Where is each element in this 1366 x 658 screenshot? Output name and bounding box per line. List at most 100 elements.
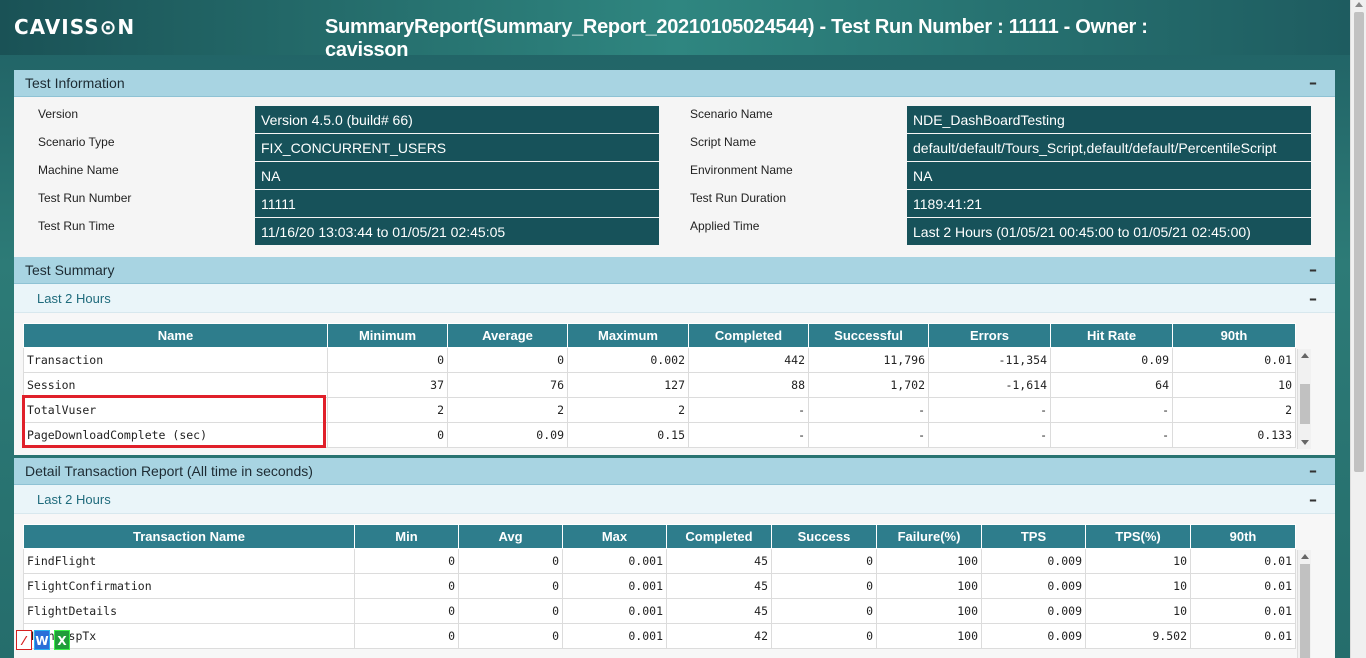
table-cell: Transaction bbox=[23, 347, 328, 373]
scroll-down-icon[interactable] bbox=[1301, 440, 1309, 445]
table-cell: 0.133 bbox=[1172, 422, 1296, 448]
info-label: Applied Time bbox=[690, 219, 760, 233]
table-row[interactable]: FlightConfirmation 0 0 0.001 45 0 100 0.… bbox=[23, 573, 1296, 599]
test-run-number-value: 11111 bbox=[255, 190, 659, 217]
info-label: Version bbox=[38, 107, 79, 121]
column-header[interactable]: Completed bbox=[688, 323, 809, 348]
scroll-thumb[interactable] bbox=[1300, 564, 1310, 658]
collapse-test-summary-icon[interactable]: – bbox=[1309, 260, 1317, 279]
table-cell: 100 bbox=[876, 573, 982, 599]
table-cell: 0 bbox=[354, 548, 459, 574]
column-header[interactable]: Avg bbox=[458, 524, 563, 549]
table-cell: - bbox=[808, 422, 929, 448]
test-summary-header[interactable]: Test Summary – bbox=[14, 257, 1335, 284]
table-cell: 11,796 bbox=[808, 347, 929, 373]
word-icon[interactable]: W bbox=[34, 630, 50, 650]
table-cell: FlightDetails bbox=[23, 598, 355, 624]
collapse-test-information-icon[interactable]: – bbox=[1309, 73, 1317, 92]
table-cell: 0.09 bbox=[447, 422, 568, 448]
table-cell: 100 bbox=[876, 548, 982, 574]
table-cell: 2 bbox=[327, 397, 448, 423]
info-label: Scenario Name bbox=[690, 107, 773, 121]
column-header[interactable]: Failure(%) bbox=[876, 524, 982, 549]
pdf-icon[interactable]: ⁄ bbox=[16, 630, 32, 650]
scroll-up-icon[interactable] bbox=[1301, 353, 1309, 358]
table-cell: 2 bbox=[447, 397, 568, 423]
column-header[interactable]: TPS bbox=[981, 524, 1086, 549]
column-header[interactable]: Transaction Name bbox=[23, 524, 355, 549]
table-cell: 0 bbox=[354, 573, 459, 599]
table-cell: 88 bbox=[688, 372, 809, 398]
version-value: Version 4.5.0 (build# 66) bbox=[255, 106, 659, 133]
column-header[interactable]: 90th bbox=[1172, 323, 1296, 348]
detail-table-scrollbar[interactable] bbox=[1297, 550, 1311, 658]
table-row[interactable]: HighRespTx 0 0 0.001 42 0 100 0.009 9.50… bbox=[23, 623, 1296, 649]
column-header[interactable]: Min bbox=[354, 524, 459, 549]
table-cell: 2 bbox=[567, 397, 689, 423]
column-header[interactable]: Max bbox=[562, 524, 667, 549]
scroll-up-icon[interactable] bbox=[1301, 554, 1309, 559]
info-label: Test Run Duration bbox=[690, 191, 787, 205]
scroll-thumb[interactable] bbox=[1300, 384, 1310, 424]
excel-icon[interactable]: X bbox=[54, 630, 70, 650]
column-header[interactable]: Average bbox=[447, 323, 568, 348]
column-header[interactable]: Successful bbox=[808, 323, 929, 348]
test-run-duration-value: 1189:41:21 bbox=[907, 190, 1311, 217]
page-scrollbar[interactable] bbox=[1350, 0, 1366, 658]
detail-transaction-header[interactable]: Detail Transaction Report (All time in s… bbox=[14, 458, 1335, 485]
table-cell: 10 bbox=[1085, 548, 1191, 574]
table-cell: 45 bbox=[666, 598, 772, 624]
table-cell: 1,702 bbox=[808, 372, 929, 398]
table-cell: 0.002 bbox=[567, 347, 689, 373]
column-header[interactable]: Completed bbox=[666, 524, 772, 549]
column-header[interactable]: Errors bbox=[928, 323, 1051, 348]
table-cell: 10 bbox=[1085, 573, 1191, 599]
detail-transaction-title: Detail Transaction Report (All time in s… bbox=[25, 463, 313, 479]
export-toolbar: ⁄ W X bbox=[16, 630, 76, 652]
detail-transaction-subheader[interactable]: Last 2 Hours – bbox=[14, 485, 1335, 514]
scroll-up-icon[interactable] bbox=[1355, 2, 1363, 7]
table-cell: - bbox=[808, 397, 929, 423]
column-header[interactable]: Success bbox=[771, 524, 877, 549]
table-cell: 100 bbox=[876, 598, 982, 624]
table-row[interactable]: FindFlight 0 0 0.001 45 0 100 0.009 10 0… bbox=[23, 548, 1296, 574]
test-information-header[interactable]: Test Information – bbox=[14, 70, 1335, 97]
table-cell: 0.009 bbox=[981, 623, 1086, 649]
test-summary-panel: Test Summary – Last 2 Hours – Name Minim… bbox=[14, 257, 1335, 455]
scroll-thumb[interactable] bbox=[1354, 12, 1364, 472]
table-row[interactable]: Transaction 0 0 0.002 442 11,796 -11,354… bbox=[23, 347, 1296, 373]
table-cell: 0 bbox=[771, 598, 877, 624]
summary-table-scrollbar[interactable] bbox=[1297, 349, 1311, 449]
cavisson-logo: CAVISS⊙N bbox=[14, 15, 136, 39]
table-cell: 0 bbox=[447, 347, 568, 373]
table-cell: 100 bbox=[876, 623, 982, 649]
table-cell: 0.09 bbox=[1050, 347, 1173, 373]
column-header[interactable]: 90th bbox=[1190, 524, 1296, 549]
table-cell: 127 bbox=[567, 372, 689, 398]
detail-transaction-period: Last 2 Hours bbox=[37, 492, 111, 507]
column-header[interactable]: Minimum bbox=[327, 323, 448, 348]
detail-transaction-panel: Detail Transaction Report (All time in s… bbox=[14, 458, 1335, 658]
table-row[interactable]: PageDownloadComplete (sec) 0 0.09 0.15 -… bbox=[23, 422, 1296, 448]
column-header[interactable]: Hit Rate bbox=[1050, 323, 1173, 348]
table-header-row: Transaction Name Min Avg Max Completed S… bbox=[23, 524, 1296, 549]
collapse-detail-period-icon[interactable]: – bbox=[1309, 490, 1317, 509]
table-row[interactable]: FlightDetails 0 0 0.001 45 0 100 0.009 1… bbox=[23, 598, 1296, 624]
table-cell: 0.001 bbox=[562, 623, 667, 649]
column-header[interactable]: Name bbox=[23, 323, 328, 348]
table-cell: 0.001 bbox=[562, 573, 667, 599]
table-cell: - bbox=[688, 422, 809, 448]
table-cell: 64 bbox=[1050, 372, 1173, 398]
test-summary-table: Name Minimum Average Maximum Completed S… bbox=[23, 323, 1296, 448]
column-header[interactable]: Maximum bbox=[567, 323, 689, 348]
test-summary-subheader[interactable]: Last 2 Hours – bbox=[14, 284, 1335, 313]
test-summary-title: Test Summary bbox=[25, 262, 115, 278]
table-row[interactable]: TotalVuser 2 2 2 - - - - 2 bbox=[23, 397, 1296, 423]
collapse-summary-period-icon[interactable]: – bbox=[1309, 289, 1317, 308]
test-run-time-value: 11/16/20 13:03:44 to 01/05/21 02:45:05 bbox=[255, 218, 659, 245]
table-cell: 0.01 bbox=[1190, 623, 1296, 649]
table-cell: 0.009 bbox=[981, 548, 1086, 574]
column-header[interactable]: TPS(%) bbox=[1085, 524, 1191, 549]
table-row[interactable]: Session 37 76 127 88 1,702 -1,614 64 10 bbox=[23, 372, 1296, 398]
collapse-detail-transaction-icon[interactable]: – bbox=[1309, 461, 1317, 480]
